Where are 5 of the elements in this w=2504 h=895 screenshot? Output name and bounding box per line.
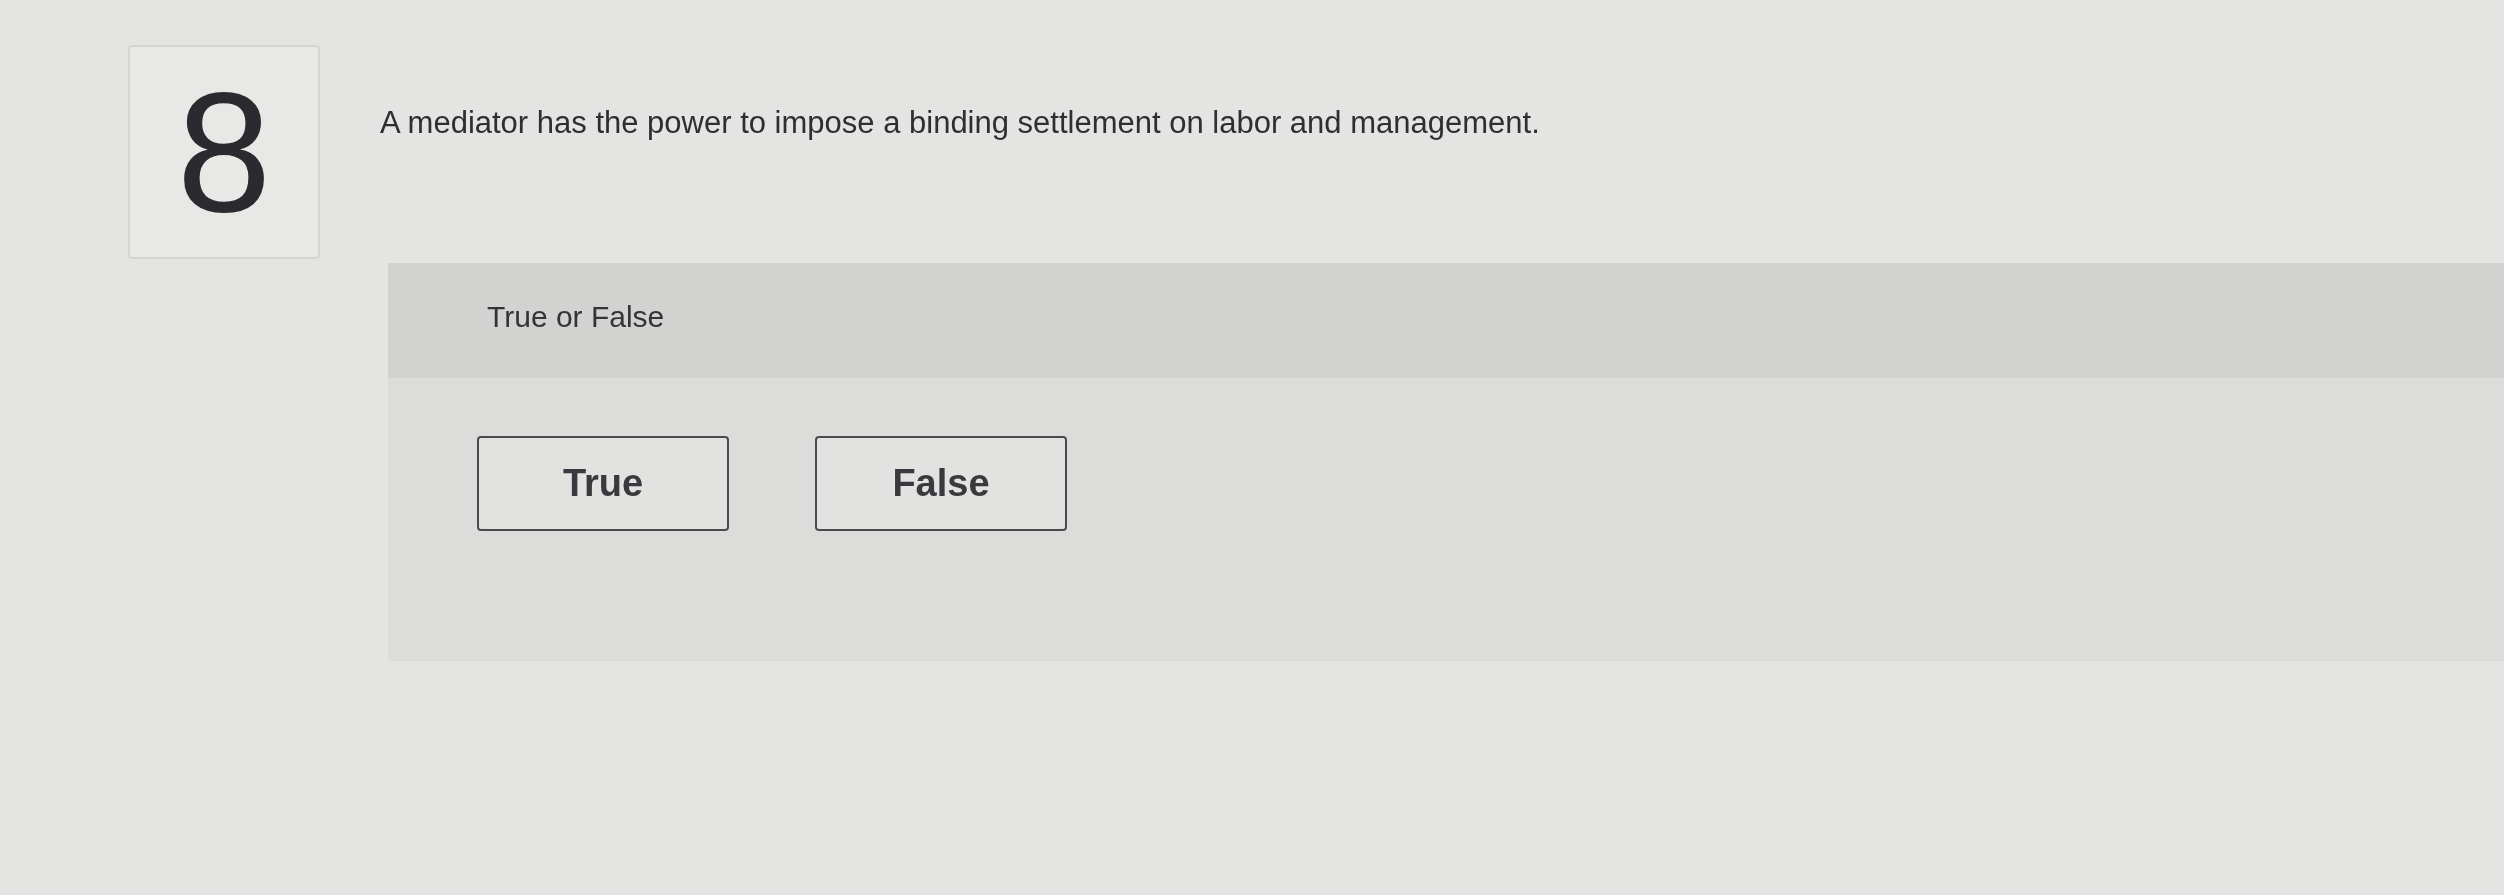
answer-option-button[interactable]: True: [477, 436, 729, 531]
answer-prompt: True or False: [487, 299, 665, 334]
answer-option-button[interactable]: False: [815, 436, 1067, 531]
question-number: 8: [128, 45, 320, 259]
question-text: A mediator has the power to impose a binding settlement on labor and management.: [380, 104, 1540, 142]
